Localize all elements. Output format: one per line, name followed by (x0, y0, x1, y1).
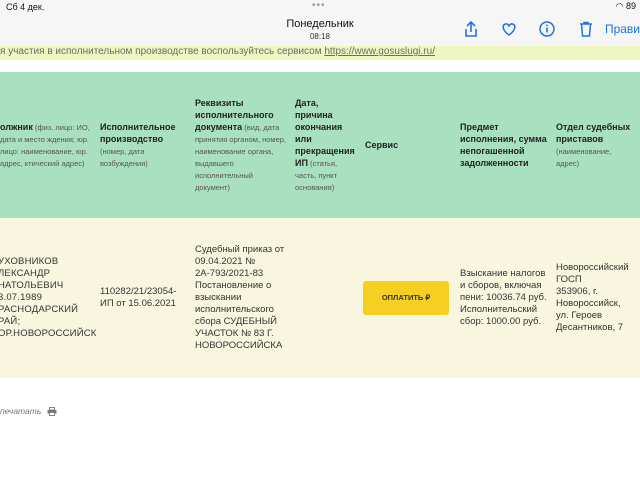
debtor-line: ЛЕКСАНДР (0, 268, 51, 279)
table-row: УХОВНИКОВ ЛЕКСАНДР НАТОЛЬЕВИЧ 3.07.1989 … (0, 218, 640, 378)
department-line: ГОСП (556, 274, 582, 285)
cell-subject: Взыскание налогов и сборов, включая пени… (460, 268, 547, 327)
cell-department: Новороссийский ГОСП 353906, г. Новоросси… (552, 218, 640, 378)
header-department: Отдел судебных приставов (наименование, … (556, 122, 631, 168)
cell-proceeding: 110282/21/23054-ИП от 15.06.2021 (100, 286, 177, 309)
header-proceeding: Исполнительное производство (номер, дата… (100, 122, 176, 168)
cell-end-date (291, 218, 361, 378)
header-document: Реквизиты исполнительного документа (вид… (195, 98, 287, 192)
battery-status: ◠ 89 (616, 1, 636, 12)
table-header-row: олжник (физ. лицо: ИО, дата и место жден… (0, 72, 640, 218)
trash-icon[interactable] (577, 20, 595, 38)
notice-text: я участия в исполнительном производстве … (0, 46, 325, 57)
edit-link[interactable]: Прави (605, 22, 640, 36)
gosuslugi-notice: я участия в исполнительном производстве … (0, 46, 640, 60)
print-link[interactable]: печатать (0, 406, 57, 417)
header-debtor: олжник (физ. лицо: ИО, дата и место жден… (0, 122, 90, 168)
heart-icon[interactable] (500, 20, 518, 38)
cell-document: Судебный приказ от 09.04.2021 № 2А-793/2… (195, 244, 285, 351)
header-end-date: Дата, причина окончания или прекращения … (295, 98, 355, 192)
info-icon[interactable] (538, 20, 556, 38)
department-line: Новороссийск, (556, 298, 621, 309)
debtor-line: УХОВНИКОВ (0, 256, 59, 267)
department-line: 353906, г. (556, 286, 598, 297)
ios-top-bar: Сб 4 дек. ••• ◠ 89 Понедельник 08:18 Пра… (0, 0, 640, 47)
status-date: Сб 4 дек. (6, 2, 45, 12)
header-service: Сервис (365, 140, 399, 150)
wifi-icon: ◠ (615, 1, 624, 11)
pay-button[interactable]: ОПЛАТИТЬ ₽ (363, 281, 449, 315)
gosuslugi-link[interactable]: https://www.gosuslugi.ru/ (324, 46, 435, 57)
department-line: ул. Героев (556, 310, 603, 321)
debtor-line: НАТОЛЬЕВИЧ (0, 280, 64, 291)
department-line: Десантников, 7 (556, 322, 624, 333)
debtor-line: РАСНОДАРСКИЙ (0, 304, 79, 315)
debtor-line: 3.07.1989 (0, 292, 43, 303)
debtor-line: РАЙ; (0, 316, 21, 327)
department-line: Новороссийский (556, 262, 629, 273)
cell-service: ОПЛАТИТЬ ₽ (361, 218, 456, 378)
debtor-line: ОР.НОВОРОССИЙСК (0, 328, 96, 339)
battery-percent: 89 (625, 1, 636, 11)
cell-debtor: УХОВНИКОВ ЛЕКСАНДР НАТОЛЬЕВИЧ 3.07.1989 … (0, 218, 96, 378)
share-icon[interactable] (462, 20, 480, 38)
enforcement-table: олжник (физ. лицо: ИО, дата и место жден… (0, 72, 640, 378)
header-subject: Предмет исполнения, сумма непогашенной з… (460, 122, 547, 168)
print-label: печатать (0, 406, 42, 416)
printer-icon (47, 407, 57, 417)
multitasking-dots-icon[interactable]: ••• (312, 0, 326, 11)
